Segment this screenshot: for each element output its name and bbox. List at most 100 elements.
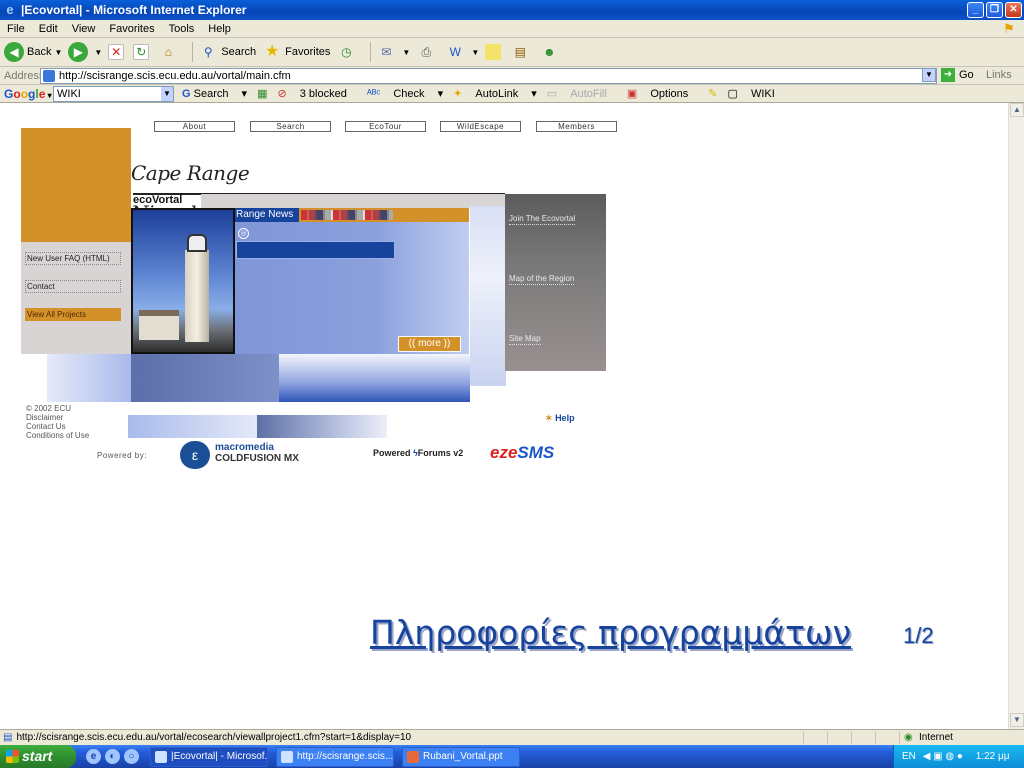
chevron-down-icon[interactable]: ▼ [161, 87, 173, 101]
autofill-button[interactable]: ▭ AutoFill [547, 87, 617, 100]
contact-link[interactable]: Contact [25, 280, 121, 293]
tray-network-icon[interactable]: ▣ [933, 751, 942, 762]
start-button[interactable]: start [0, 745, 76, 768]
go-button[interactable]: ➜ Go [941, 68, 974, 82]
messenger-button[interactable]: ☻ [539, 42, 562, 62]
research-button[interactable]: ▤ [510, 42, 533, 62]
refresh-button[interactable]: ↻ [133, 44, 152, 60]
nav-ecotour[interactable]: EcoTour [345, 121, 426, 132]
google-search-input[interactable]: WIKI ▼ [53, 86, 174, 102]
nav-search[interactable]: Search [250, 121, 331, 132]
chevron-down-icon[interactable]: ▼ [54, 48, 62, 57]
research-icon: ▤ [514, 45, 526, 59]
forward-button[interactable]: ▶ ▼ [68, 42, 102, 62]
powered-by-label: Powered by: [97, 451, 147, 460]
scroll-down-button[interactable]: ▼ [1010, 713, 1024, 727]
language-indicator[interactable]: EN [902, 751, 916, 762]
view-all-projects-link[interactable]: View All Projects [25, 308, 121, 321]
links-button[interactable]: Links [986, 69, 1012, 81]
menu-favorites[interactable]: Favorites [102, 23, 161, 35]
autofill-icon: ▭ [546, 88, 561, 100]
chevron-down-icon[interactable]: ▼ [94, 48, 102, 57]
address-input[interactable]: http://scisrange.scis.ecu.edu.au/vortal/… [40, 68, 937, 84]
word-edit-icon: W [449, 45, 461, 59]
popup-blocked-icon: ⊘ [277, 88, 290, 100]
status-divider [899, 732, 900, 744]
tray-volume-icon[interactable]: ◍ [945, 751, 954, 762]
chevron-down-icon[interactable]: ▼ [471, 48, 479, 57]
cape-range-ningaloo-logo: Cape Range Ningaloo [131, 161, 250, 225]
quicklaunch-ie-icon[interactable]: e [86, 749, 101, 764]
home-button[interactable]: ⌂ [158, 42, 181, 62]
join-ecovortal-link[interactable]: Join The Ecovortal [505, 194, 606, 253]
history-icon: ◷ [341, 45, 352, 59]
spellcheck-icon: ᴬᴮᶜ [366, 88, 384, 100]
lighthouse-photo [131, 208, 235, 354]
search-button[interactable]: ⚲ Search [198, 42, 256, 62]
google-search-button[interactable]: G Search ▾ [182, 87, 247, 100]
conditions-link[interactable]: Conditions of Use [26, 431, 89, 440]
quicklaunch-media-icon[interactable]: ◐ [105, 749, 120, 764]
status-divider [851, 732, 852, 744]
google-g-icon: G [182, 88, 194, 100]
contact-us-link[interactable]: Contact Us [26, 422, 89, 431]
address-bar: Address http://scisrange.scis.ecu.edu.au… [0, 67, 1024, 85]
search-icon: ⚲ [203, 45, 213, 59]
menu-file[interactable]: File [0, 23, 32, 35]
site-map-link[interactable]: Site Map [505, 314, 606, 373]
title-bar: e |Ecovortal| - Microsoft Internet Explo… [0, 0, 1024, 20]
nav-about[interactable]: About [154, 121, 235, 132]
edit-button[interactable]: W ▼ [445, 42, 480, 62]
refresh-icon: ↻ [133, 44, 150, 60]
print-button[interactable]: ⎙ [416, 42, 439, 62]
menu-edit[interactable]: Edit [32, 23, 65, 35]
mail-button[interactable]: ✉ ▼ [376, 42, 410, 62]
stop-button[interactable]: ✕ [108, 44, 127, 60]
nav-wildescape[interactable]: WildEscape [440, 121, 521, 132]
clock: 1:22 μμ [975, 751, 1010, 762]
popup-blocker-button[interactable]: ⊘ 3 blocked [277, 87, 356, 100]
task-ecovortal[interactable]: |Ecovortal| - Microsof... [150, 747, 268, 767]
nav-members[interactable]: Members [536, 121, 617, 132]
more-news-button[interactable]: (( more )) [398, 336, 461, 352]
range-news-title: Range News [235, 208, 299, 222]
new-user-faq-link[interactable]: New User FAQ (HTML) [25, 252, 121, 265]
minimize-button[interactable]: _ [967, 2, 984, 18]
discuss-button[interactable] [485, 44, 504, 60]
google-logo[interactable]: Google ▾ [4, 87, 52, 101]
history-button[interactable]: ◷ [336, 42, 359, 62]
options-button[interactable]: ▣ Options [627, 87, 698, 100]
vertical-scrollbar[interactable]: ▲ ▼ [1008, 103, 1024, 729]
map-of-region-link[interactable]: Map of the Region [505, 254, 606, 313]
disclaimer-link[interactable]: Disclaimer [26, 413, 89, 422]
ppt-task-icon [407, 751, 419, 763]
favorites-button[interactable]: ★ Favorites [262, 42, 330, 62]
maximize-button[interactable]: ❐ [986, 2, 1003, 18]
news-headline-box[interactable] [236, 241, 395, 259]
highlight-icon[interactable]: ✎ [708, 87, 717, 100]
slide-page-number: 1/2 [903, 623, 934, 648]
menu-view[interactable]: View [65, 23, 103, 35]
quicklaunch-messenger-icon[interactable]: ○ [124, 749, 139, 764]
lighthouse-tower [185, 250, 209, 342]
task-scisrange[interactable]: http://scisrange.scis.... [276, 747, 394, 767]
messenger-icon: ☻ [542, 45, 556, 59]
scroll-up-button[interactable]: ▲ [1010, 103, 1024, 117]
close-button[interactable]: ✕ [1005, 2, 1022, 18]
autolink-button[interactable]: ✦ AutoLink ▾ [453, 87, 537, 100]
menu-help[interactable]: Help [201, 23, 238, 35]
news-panel [235, 208, 469, 354]
cottage [139, 310, 179, 340]
back-button[interactable]: ◀ Back ▼ [4, 42, 62, 62]
stop-icon: ✕ [108, 44, 125, 60]
tray-chat-icon[interactable]: ● [957, 751, 963, 762]
help-link[interactable]: ✶ Help [545, 413, 575, 424]
task-powerpoint[interactable]: Rubani_Vortal.ppt [402, 747, 520, 767]
tray-back-icon[interactable]: ◀ [923, 751, 931, 762]
menu-tools[interactable]: Tools [162, 23, 202, 35]
windows-logo-icon: ⚑ [1003, 21, 1015, 36]
spell-check-button[interactable]: ᴬᴮᶜ Check ▾ [367, 87, 443, 100]
chevron-down-icon[interactable]: ▼ [402, 48, 410, 57]
wiki-button[interactable]: ▢ WIKI [728, 87, 785, 100]
address-dropdown-button[interactable]: ▼ [922, 68, 936, 82]
